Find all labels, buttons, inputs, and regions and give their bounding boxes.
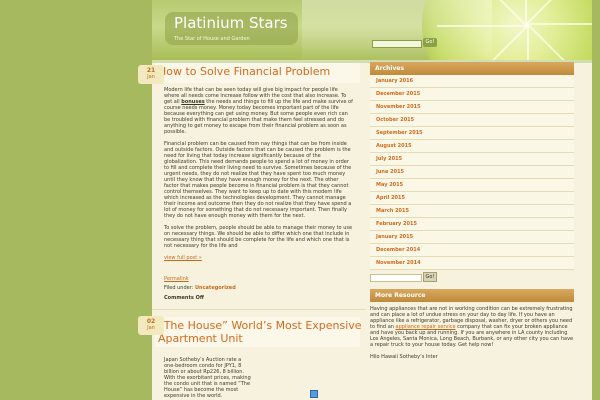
post-date-badge: 21 Jan bbox=[138, 65, 164, 84]
archive-link[interactable]: January 2015 bbox=[370, 231, 574, 244]
archive-link[interactable]: May 2015 bbox=[370, 179, 574, 192]
sidebar-search-input[interactable] bbox=[370, 274, 422, 282]
archive-link[interactable]: December 2015 bbox=[370, 88, 574, 101]
archive-link[interactable]: July 2015 bbox=[370, 153, 574, 166]
archive-link[interactable]: June 2015 bbox=[370, 166, 574, 179]
site-description: The Star of House and Garden bbox=[174, 36, 250, 42]
archive-link[interactable]: October 2015 bbox=[370, 114, 574, 127]
archive-link[interactable]: December 2014 bbox=[370, 244, 574, 257]
archive-link[interactable]: November 2015 bbox=[370, 101, 574, 114]
archives-heading: Archives bbox=[370, 62, 574, 75]
archive-list: January 2016 December 2015 November 2015… bbox=[370, 75, 574, 270]
post-body: Japan Sotheby’s Auction rate a one-bedro… bbox=[164, 357, 251, 399]
archive-link[interactable]: September 2015 bbox=[370, 127, 574, 140]
archive-link[interactable]: November 2014 bbox=[370, 257, 574, 270]
header-banner: Platinium Stars The Star of House and Ga… bbox=[152, 0, 592, 60]
sidebar-search-button[interactable]: Go! bbox=[423, 272, 437, 282]
sidebar: Archives January 2016 December 2015 Nove… bbox=[370, 60, 576, 400]
archive-link[interactable]: January 2016 bbox=[370, 75, 574, 88]
page: Platinium Stars The Star of House and Ga… bbox=[152, 0, 592, 400]
post-day: 21 bbox=[146, 67, 156, 74]
post-title[interactable]: How to Solve Financial Problem bbox=[158, 65, 330, 78]
archive-link[interactable]: April 2015 bbox=[370, 192, 574, 205]
post-body: Modern life that can be seen today will … bbox=[164, 87, 353, 261]
post-month: Jan bbox=[147, 74, 155, 80]
post-date-badge: 02 Jan bbox=[138, 316, 164, 335]
header-search-button[interactable]: Go! bbox=[423, 38, 437, 47]
glass-illustration bbox=[302, 0, 492, 60]
more-resource-heading: More Resource bbox=[370, 289, 574, 302]
more-resource-text: Having appliances that are not in workin… bbox=[370, 306, 574, 360]
archive-link[interactable]: February 2015 bbox=[370, 218, 574, 231]
post-divider bbox=[152, 309, 366, 310]
archive-link[interactable]: August 2015 bbox=[370, 140, 574, 153]
category-link[interactable]: Uncategorized bbox=[195, 285, 236, 291]
site-title[interactable]: Platinium Stars bbox=[174, 14, 288, 32]
view-full-post-link[interactable]: view full post » bbox=[164, 255, 202, 261]
header-search-input[interactable] bbox=[372, 40, 422, 48]
archive-link[interactable]: March 2015 bbox=[370, 205, 574, 218]
filed-under: Filed under: Uncategorized bbox=[164, 285, 236, 291]
post-month: Jan bbox=[147, 325, 155, 331]
post-title[interactable]: “The House” World’s Most Expensive Apart… bbox=[158, 319, 362, 345]
main-content: How to Solve Financial Problem Modern li… bbox=[152, 63, 366, 400]
permalink[interactable]: Permalink bbox=[164, 276, 189, 282]
image-icon bbox=[310, 390, 318, 398]
comments-status: Comments Off bbox=[164, 295, 204, 301]
post-day: 02 bbox=[146, 318, 156, 325]
